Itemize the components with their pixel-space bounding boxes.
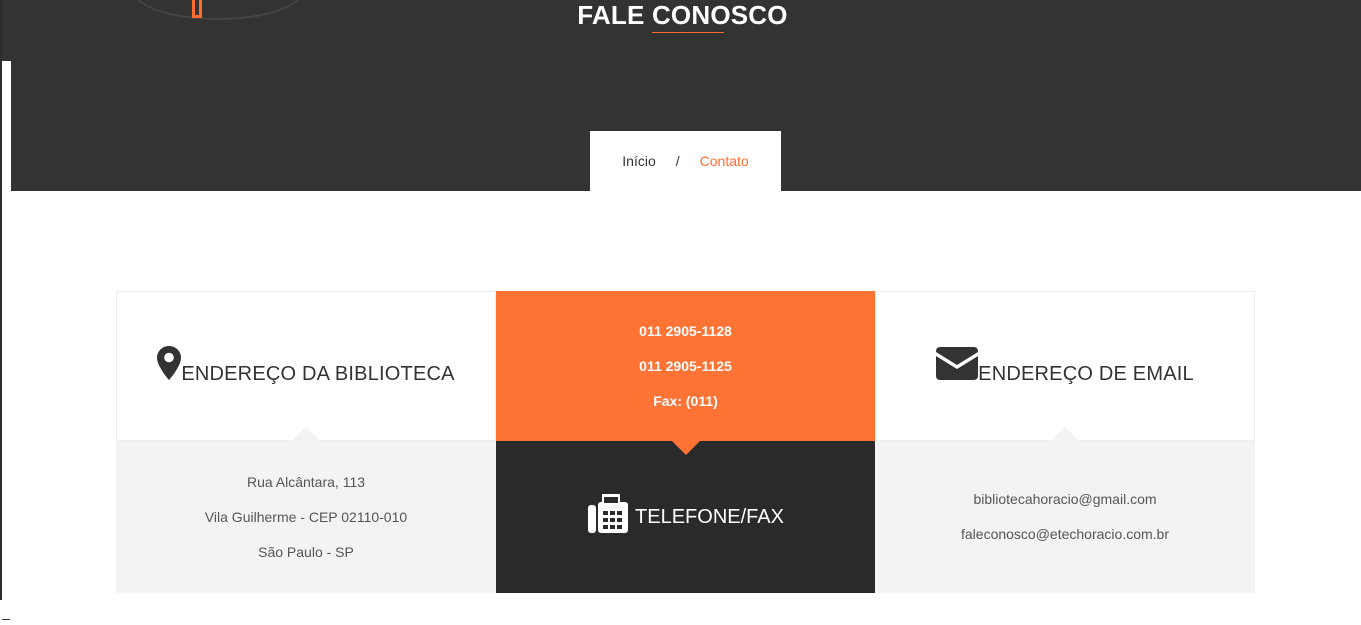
address-line: Vila Guilherme - CEP 02110-010	[204, 508, 408, 525]
email-notch	[1051, 427, 1079, 441]
phone-card-footer: TELEFONE/FAX	[496, 441, 875, 593]
page-header: FALE CONOSCO	[2, 0, 1361, 61]
fax-number: Fax: (011)	[653, 392, 718, 409]
address-card-body: Rua Alcântara, 113 Vila Guilherme - CEP …	[116, 441, 496, 593]
phone-card: 011 2905-1128 011 2905-1125 Fax: (011) T…	[496, 291, 875, 593]
email-link[interactable]: faleconosco@etechoracio.com.br	[961, 517, 1169, 552]
breadcrumb: Início / Contato	[590, 131, 781, 191]
address-card-header: ENDEREÇO DA BIBLIOTECA	[116, 291, 496, 441]
phone-heading-label: TELEFONE/FAX	[635, 505, 784, 528]
title-underline	[652, 32, 724, 33]
phone-card-numbers: 011 2905-1128 011 2905-1125 Fax: (011)	[496, 291, 875, 441]
phone-notch	[671, 441, 700, 455]
page-title: FALE CONOSCO	[577, 0, 788, 30]
address-notch	[292, 427, 320, 441]
contact-cards: ENDEREÇO DA BIBLIOTECA Rua Alcântara, 11…	[116, 291, 1255, 593]
bottom-edge-mark	[2, 619, 10, 620]
map-marker-icon	[157, 346, 182, 386]
email-link[interactable]: bibliotecahoracio@gmail.com	[973, 482, 1156, 517]
email-card-header: ENDEREÇO DE EMAIL	[875, 291, 1255, 441]
breadcrumb-current: Contato	[699, 153, 749, 169]
fax-icon	[587, 493, 629, 541]
address-card: ENDEREÇO DA BIBLIOTECA Rua Alcântara, 11…	[116, 291, 496, 593]
email-card: ENDEREÇO DE EMAIL bibliotecahoracio@gmai…	[875, 291, 1255, 593]
page-left-edge	[0, 0, 2, 600]
address-heading: ENDEREÇO DA BIBLIOTECA	[157, 346, 454, 386]
email-heading: ENDEREÇO DE EMAIL	[936, 346, 1194, 386]
phone-number: 011 2905-1128	[639, 322, 732, 339]
breadcrumb-separator: /	[675, 153, 680, 169]
address-line: Rua Alcântara, 113	[246, 473, 366, 490]
address-heading-label: ENDEREÇO DA BIBLIOTECA	[181, 363, 455, 385]
address-line: São Paulo - SP	[258, 543, 354, 560]
envelope-icon	[936, 346, 979, 386]
phone-number: 011 2905-1125	[639, 357, 732, 374]
email-card-body: bibliotecahoracio@gmail.com faleconosco@…	[875, 441, 1255, 593]
breadcrumb-home-link[interactable]: Início	[622, 153, 655, 169]
email-heading-label: ENDEREÇO DE EMAIL	[978, 362, 1194, 385]
phone-heading: TELEFONE/FAX	[587, 493, 784, 541]
